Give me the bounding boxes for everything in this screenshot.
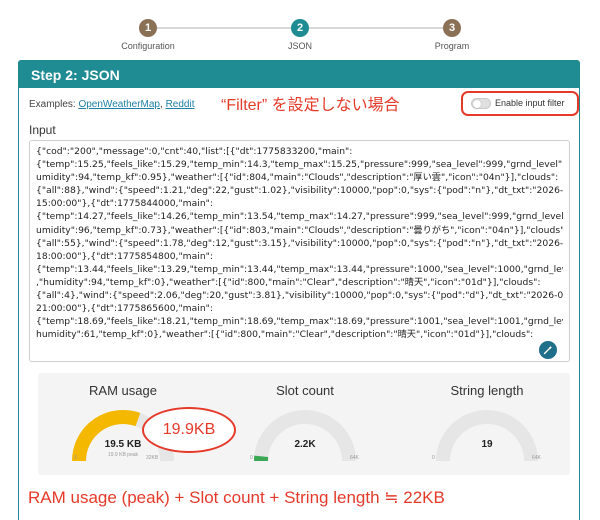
toggle-knob (473, 100, 481, 108)
prettify-button[interactable] (539, 341, 557, 359)
gauge-peak: 19.9 KB peak (107, 452, 139, 458)
step-label: Program (434, 41, 470, 51)
step-label: Configuration (121, 41, 175, 51)
json-input-line: 21:00:00"},{"dt":1775865600,"main": (36, 303, 213, 315)
step-number: 1 (139, 19, 157, 37)
gauge-value: 2.2K (294, 439, 316, 450)
toggle-label[interactable]: Enable input filter (495, 98, 565, 108)
json-input-line: umidity":94,"temp_kf":0.95},"weather":[{… (36, 172, 559, 184)
filter-annotation: “Filter” を設定しない場合 (221, 97, 400, 114)
examples-prefix: Examples: (29, 99, 79, 110)
step-label: JSON (287, 41, 312, 51)
peak-callout: 19.9KB (142, 407, 236, 453)
magic-wand-icon (543, 345, 553, 355)
gauge-value: 19 (481, 439, 493, 450)
step-program[interactable]: 3 Program (392, 18, 512, 51)
json-input-line: humidity":61,"temp_kf":0},"weather":[{"i… (36, 329, 534, 341)
json-input-line: 15:00:00"},{"dt":1775844000,"main": (36, 198, 213, 210)
input-label: Input (29, 123, 56, 137)
gauge-title: RAM usage (89, 383, 157, 398)
gauge-string-length: String length 19 0 64K (402, 373, 572, 473)
json-input-line: {"all":4},"wind":{"speed":2.06,"deg":20,… (36, 290, 563, 302)
gauge-max: 64K (350, 455, 359, 461)
toggle-highlight: Enable input filter (461, 91, 579, 116)
json-input-line: {"temp":13.44,"feels_like":13.29,"temp_m… (36, 263, 563, 275)
gauge-min: 0 (250, 455, 253, 461)
gauge-max: 32KB (146, 455, 159, 461)
gauge-min: 0 (432, 455, 435, 461)
step-configuration[interactable]: 1 Configuration (88, 18, 208, 51)
gauge-title: Slot count (276, 383, 334, 398)
json-input-line: 18:00:00"},{"dt":1775854800,"main": (36, 250, 213, 262)
json-input-line: umidity":96,"temp_kf":0.73},"weather":[{… (36, 224, 563, 236)
json-input-line: {"cod":"200","message":0,"cnt":40,"list"… (36, 146, 353, 157)
json-input-line: {"temp":18.69,"feels_like":18.21,"temp_m… (36, 316, 563, 328)
summary-annotation: RAM usage (peak) + Slot count + String l… (28, 488, 445, 507)
json-input-editor[interactable]: {"cod":"200","message":0,"cnt":40,"list"… (29, 140, 570, 362)
input-filter-toggle[interactable] (471, 98, 491, 109)
gauge-slot-count: Slot count 2.2K 0 64K (220, 373, 390, 473)
json-input-line: {"all":55},"wind":{"speed":1.78,"deg":12… (36, 237, 563, 249)
example-link-reddit[interactable]: Reddit (166, 99, 195, 110)
stepper: 1 Configuration 2 JSON 3 Program (0, 0, 600, 56)
example-link-openweathermap[interactable]: OpenWeatherMap (78, 99, 160, 110)
gauge-max: 64K (532, 455, 541, 461)
step-number: 3 (443, 19, 461, 37)
gauge-title: String length (450, 383, 524, 398)
json-input-line: {"temp":14.27,"feels_like":14.26,"temp_m… (36, 211, 563, 223)
card-title: Step 2: JSON (19, 61, 579, 88)
json-input-line: {"temp":15.25,"feels_like":15.29,"temp_m… (36, 159, 563, 171)
step-number: 2 (291, 19, 309, 37)
json-input-line: {"all":88},"wind":{"speed":1.21,"deg":22… (36, 185, 563, 197)
step-json[interactable]: 2 JSON (240, 18, 360, 51)
gauge-min: 0 (74, 455, 77, 461)
gauges-panel: RAM usage 19.5 KB 19.9 KB peak 0 32KB Sl… (38, 373, 570, 475)
json-input-line: ,"humidity":94,"temp_kf":0},"weather":[{… (36, 276, 541, 288)
examples-line: Examples: OpenWeatherMap, Reddit (29, 99, 195, 110)
peak-callout-text: 19.9KB (162, 421, 216, 438)
